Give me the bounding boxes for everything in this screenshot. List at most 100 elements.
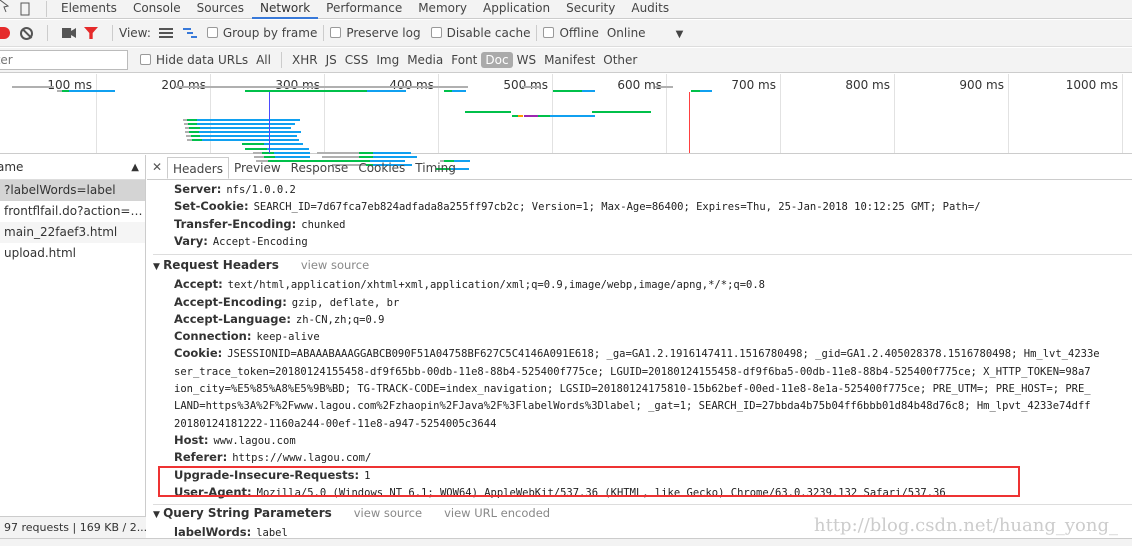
header-row: Referer: https://www.lagou.com/ bbox=[174, 449, 371, 466]
grid-line bbox=[96, 74, 97, 153]
header-value: JSESSIONID=ABAAABAAAGGABCB090F51A04758BF… bbox=[227, 348, 1100, 361]
tab-cookies[interactable]: Cookies bbox=[353, 157, 410, 179]
request-row[interactable]: ?labelWords=label bbox=[0, 180, 145, 201]
tab-sources[interactable]: Sources bbox=[189, 0, 252, 19]
filter-type-doc[interactable]: Doc bbox=[481, 52, 513, 68]
view-source-link[interactable]: view source bbox=[354, 506, 422, 520]
large-rows-icon[interactable] bbox=[158, 28, 173, 38]
filter-type-img[interactable]: Img bbox=[372, 52, 403, 68]
timing-bar-download bbox=[273, 151, 311, 154]
request-list: Name▲ ?labelWords=labelfrontflfail.do?ac… bbox=[0, 155, 146, 538]
timing-bar-ttfb bbox=[465, 110, 511, 113]
timing-bar-download bbox=[68, 90, 116, 93]
tab-network[interactable]: Network bbox=[252, 0, 319, 19]
header-value: keep-alive bbox=[256, 331, 320, 344]
header-name: Cookie: bbox=[174, 346, 223, 361]
filter-type-ws[interactable]: WS bbox=[513, 52, 540, 68]
header-value: ion_city=%E5%85%A8%E5%9B%BD; TG-TRACK-CO… bbox=[174, 383, 1091, 395]
tab-response[interactable]: Response bbox=[286, 157, 354, 179]
request-row[interactable]: frontflfail.do?action=gr... bbox=[0, 201, 145, 222]
waterfall-overview-icon[interactable] bbox=[182, 28, 197, 38]
chevron-down-icon: ▼ bbox=[675, 29, 684, 40]
tab-console[interactable]: Console bbox=[125, 0, 189, 19]
record-icon[interactable] bbox=[0, 27, 10, 39]
group-by-frame-checkbox[interactable]: Group by frame bbox=[206, 26, 317, 40]
tick-label: 800 ms bbox=[845, 78, 890, 92]
tab-preview[interactable]: Preview bbox=[229, 157, 286, 179]
timing-bar-ttfb bbox=[191, 139, 202, 142]
filter-icon[interactable] bbox=[84, 27, 98, 39]
header-row: Accept-Language: zh-CN,zh;q=0.9 bbox=[174, 311, 384, 328]
network-overview-timeline[interactable]: 100 ms 200 ms 300 ms 400 ms 500 ms 600 ms 700 … bbox=[0, 74, 1132, 170]
filter-input[interactable] bbox=[0, 50, 128, 70]
grid-line bbox=[780, 74, 781, 153]
preserve-log-checkbox[interactable]: Preserve log bbox=[330, 26, 421, 40]
tab-memory[interactable]: Memory bbox=[410, 0, 475, 19]
tick-label: 700 ms bbox=[731, 78, 776, 92]
filter-type-all[interactable]: All bbox=[252, 52, 275, 68]
request-row[interactable]: main_22faef3.html bbox=[0, 222, 145, 243]
tab-security[interactable]: Security bbox=[558, 0, 623, 19]
timing-bar-download bbox=[198, 131, 302, 134]
tab-timing[interactable]: Timing bbox=[410, 157, 461, 179]
disable-cache-checkbox[interactable]: Disable cache bbox=[430, 26, 530, 40]
timing-bar-ttfb bbox=[443, 90, 452, 93]
filter-type-media[interactable]: Media bbox=[403, 52, 447, 68]
tab-application[interactable]: Application bbox=[475, 0, 558, 19]
section-query_section[interactable]: ▼ Query String Parameters view source view… bbox=[153, 506, 550, 520]
section-toggle-icon[interactable]: ▼ bbox=[153, 510, 163, 520]
hide-data-urls-checkbox[interactable]: Hide data URLs bbox=[140, 53, 248, 67]
view-source-link[interactable]: view source bbox=[301, 258, 369, 272]
timing-bar-ttfb bbox=[245, 147, 267, 150]
capture-screenshots-icon[interactable] bbox=[62, 28, 76, 38]
tab-performance[interactable]: Performance bbox=[318, 0, 410, 19]
close-icon[interactable]: ✕ bbox=[147, 157, 167, 179]
timing-bar-wait bbox=[654, 86, 673, 88]
tick-label: 200 ms bbox=[161, 78, 206, 92]
section-request_section[interactable]: ▼ Request Headers view source bbox=[153, 258, 369, 272]
header-name: Accept-Encoding: bbox=[174, 294, 287, 309]
filter-type-css[interactable]: CSS bbox=[341, 52, 373, 68]
header-name: Server: bbox=[174, 182, 222, 196]
section-divider bbox=[153, 504, 1132, 506]
divider bbox=[280, 52, 282, 68]
tab-headers[interactable]: Headers bbox=[167, 157, 229, 179]
device-toolbar-icon[interactable] bbox=[18, 2, 32, 16]
request-row[interactable]: upload.html bbox=[0, 243, 145, 264]
throttle-select[interactable]: Online ▼ bbox=[607, 26, 683, 40]
filter-type-xhr[interactable]: XHR bbox=[288, 52, 322, 68]
name-column-header[interactable]: Name▲ bbox=[0, 155, 145, 180]
timing-bar-download bbox=[549, 114, 596, 117]
section-title: Request Headers bbox=[163, 258, 279, 273]
tick-label: 600 ms bbox=[617, 78, 662, 92]
timing-bar-download bbox=[199, 127, 291, 129]
timing-bar-download bbox=[451, 90, 467, 93]
load-event-marker bbox=[688, 92, 690, 153]
header-row: Set-Cookie: SEARCH_ID=7d67fca7eb824adfada… bbox=[174, 198, 981, 215]
header-row: LAND=https%3A%2F%2Fwww.lagou.com%2Fzhaop… bbox=[174, 397, 1091, 414]
header-row: Vary: Accept-Encoding bbox=[174, 233, 308, 250]
highlight-box bbox=[158, 466, 1020, 497]
inspect-icon[interactable] bbox=[0, 0, 14, 19]
timing-bar-ttfb bbox=[61, 90, 69, 93]
timing-bar-wait bbox=[522, 86, 540, 88]
tab-elements[interactable]: Elements bbox=[53, 0, 125, 19]
tab-audits[interactable]: Audits bbox=[623, 0, 677, 19]
filter-type-js[interactable]: JS bbox=[322, 52, 341, 68]
timing-bar-ttfb bbox=[189, 127, 200, 129]
sort-ascending-icon: ▲ bbox=[131, 162, 139, 173]
filter-type-font[interactable]: Font bbox=[447, 52, 481, 68]
timing-bar-ttfb bbox=[189, 131, 199, 134]
timing-bar-download bbox=[199, 135, 297, 138]
header-name: Transfer-Encoding: bbox=[174, 216, 297, 231]
header-row: Host: www.lagou.com bbox=[174, 432, 296, 449]
view-url_encoded-link[interactable]: view URL encoded bbox=[444, 506, 550, 520]
filter-type-manifest[interactable]: Manifest bbox=[540, 52, 599, 68]
offline-checkbox[interactable]: Offline bbox=[543, 26, 599, 40]
clear-icon[interactable] bbox=[20, 26, 33, 40]
filter-type-other[interactable]: Other bbox=[599, 52, 641, 68]
header-row: Accept-Encoding: gzip, deflate, br bbox=[174, 294, 399, 311]
tick-label: 500 ms bbox=[503, 78, 548, 92]
header-row: Server: nfs/1.0.0.2 bbox=[174, 181, 296, 198]
section-toggle-icon[interactable]: ▼ bbox=[153, 262, 163, 272]
